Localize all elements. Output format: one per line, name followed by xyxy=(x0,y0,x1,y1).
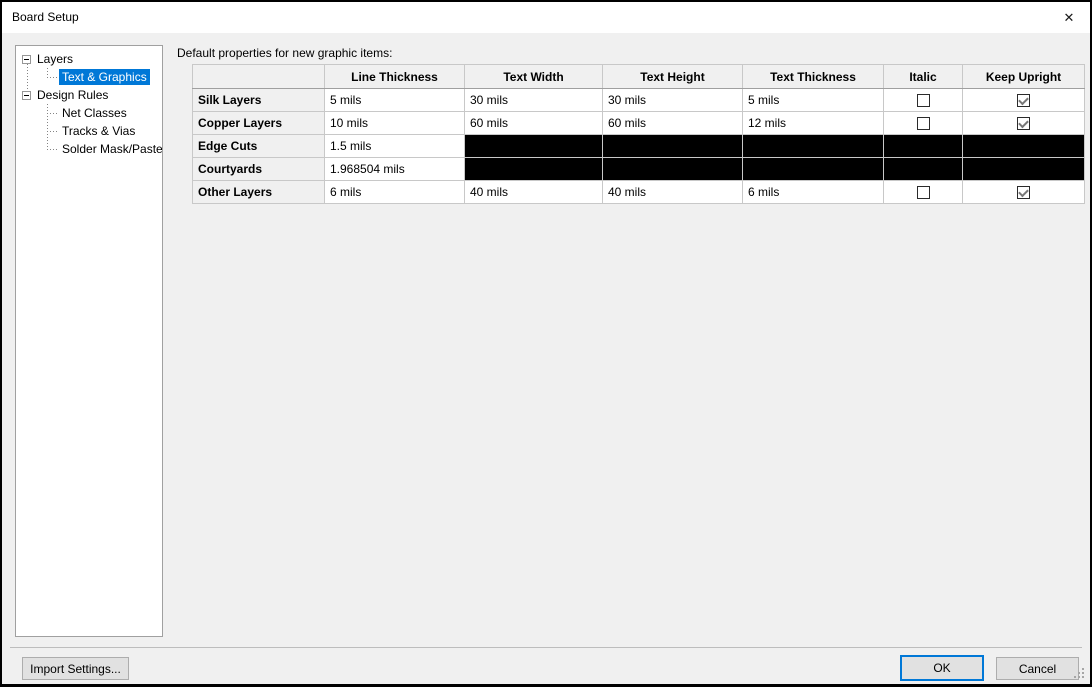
tree-collapse-icon[interactable] xyxy=(22,91,31,100)
tree-item-text-graphics[interactable]: Text & Graphics xyxy=(16,68,162,86)
tree-collapse-icon[interactable] xyxy=(22,55,31,64)
column-header-text-width: Text Width xyxy=(465,65,603,89)
keep-upright-cell xyxy=(963,112,1085,135)
line-thickness-cell[interactable]: 1.5 mils xyxy=(325,135,465,158)
tree-connector xyxy=(47,113,59,114)
text-height-cell[interactable]: 60 mils xyxy=(603,112,743,135)
tree-connector-line xyxy=(47,104,48,150)
line-thickness-cell[interactable]: 1.968504 mils xyxy=(325,158,465,181)
import-settings-button[interactable]: Import Settings... xyxy=(22,657,129,680)
line-thickness-cell[interactable]: 5 mils xyxy=(325,89,465,112)
text-height-cell-disabled xyxy=(603,135,743,158)
keep-upright-cell xyxy=(963,89,1085,112)
tree-item-label[interactable]: Net Classes xyxy=(59,105,130,121)
keep-upright-cell-disabled xyxy=(963,135,1085,158)
text-height-cell[interactable]: 40 mils xyxy=(603,181,743,204)
text-width-cell[interactable]: 30 mils xyxy=(465,89,603,112)
tree-connector xyxy=(47,131,59,132)
keep-upright-cell-disabled xyxy=(963,158,1085,181)
text-height-cell-disabled xyxy=(603,158,743,181)
column-header-text-thickness: Text Thickness xyxy=(743,65,884,89)
tree-connector-line xyxy=(47,68,48,78)
line-thickness-cell[interactable]: 6 mils xyxy=(325,181,465,204)
italic-cell xyxy=(884,112,963,135)
graphics-defaults-table: Line ThicknessText WidthText HeightText … xyxy=(192,64,1085,204)
text-thickness-cell[interactable]: 5 mils xyxy=(743,89,884,112)
close-icon[interactable]: ✕ xyxy=(1056,7,1082,29)
table-caption: Default properties for new graphic items… xyxy=(177,46,392,60)
tree-item-net-classes[interactable]: Net Classes xyxy=(16,104,162,122)
text-width-cell[interactable]: 40 mils xyxy=(465,181,603,204)
row-label: Courtyards xyxy=(193,158,325,181)
resize-grip[interactable] xyxy=(1074,668,1086,680)
keep-upright-checkbox[interactable] xyxy=(1017,117,1030,130)
tree-item-design-rules[interactable]: Design Rules xyxy=(16,86,162,104)
row-label: Silk Layers xyxy=(193,89,325,112)
settings-tree: Layers Text & Graphics Design Rules Net Cla… xyxy=(15,45,163,637)
column-header-text-height: Text Height xyxy=(603,65,743,89)
tree-connector xyxy=(47,149,59,150)
footer-divider xyxy=(10,647,1082,648)
tree-connector xyxy=(47,77,59,78)
text-thickness-cell[interactable]: 6 mils xyxy=(743,181,884,204)
tree-item-tracks-vias[interactable]: Tracks & Vias xyxy=(16,122,162,140)
text-thickness-cell-disabled xyxy=(743,158,884,181)
column-header-italic: Italic xyxy=(884,65,963,89)
window-title: Board Setup xyxy=(12,2,79,33)
text-thickness-cell-disabled xyxy=(743,135,884,158)
tree-item-label[interactable]: Text & Graphics xyxy=(59,69,150,85)
tree-item-label[interactable]: Tracks & Vias xyxy=(59,123,138,139)
table-row-copper-layers: Copper Layers10 mils60 mils60 mils12 mil… xyxy=(193,112,1085,135)
tree-item-solder-mask-paste[interactable]: Solder Mask/Paste xyxy=(16,140,162,158)
table-row-other-layers: Other Layers6 mils40 mils40 mils6 mils xyxy=(193,181,1085,204)
row-label: Other Layers xyxy=(193,181,325,204)
tree-item-label[interactable]: Design Rules xyxy=(34,87,111,103)
tree-item-label[interactable]: Solder Mask/Paste xyxy=(59,141,163,157)
tree-item-label[interactable]: Layers xyxy=(34,51,76,67)
text-thickness-cell[interactable]: 12 mils xyxy=(743,112,884,135)
text-width-cell[interactable]: 60 mils xyxy=(465,112,603,135)
tree-connector-line xyxy=(27,64,28,91)
table-row-silk-layers: Silk Layers5 mils30 mils30 mils5 mils xyxy=(193,89,1085,112)
italic-cell xyxy=(884,89,963,112)
column-header-line-thickness: Line Thickness xyxy=(325,65,465,89)
table-row-edge-cuts: Edge Cuts1.5 mils xyxy=(193,135,1085,158)
table-row-courtyards: Courtyards1.968504 mils xyxy=(193,158,1085,181)
keep-upright-checkbox[interactable] xyxy=(1017,186,1030,199)
text-width-cell-disabled xyxy=(465,158,603,181)
italic-cell xyxy=(884,181,963,204)
tree-item-layers[interactable]: Layers xyxy=(16,50,162,68)
row-label: Copper Layers xyxy=(193,112,325,135)
text-width-cell-disabled xyxy=(465,135,603,158)
text-height-cell[interactable]: 30 mils xyxy=(603,89,743,112)
line-thickness-cell[interactable]: 10 mils xyxy=(325,112,465,135)
italic-cell-disabled xyxy=(884,158,963,181)
italic-checkbox[interactable] xyxy=(917,186,930,199)
italic-checkbox[interactable] xyxy=(917,117,930,130)
board-setup-dialog: Board Setup ✕ Layers Text & Graphics Desig… xyxy=(0,0,1092,687)
row-label: Edge Cuts xyxy=(193,135,325,158)
titlebar: Board Setup ✕ xyxy=(2,2,1090,33)
corner-header-cell xyxy=(193,65,325,89)
keep-upright-cell xyxy=(963,181,1085,204)
italic-checkbox[interactable] xyxy=(917,94,930,107)
ok-button[interactable]: OK xyxy=(900,655,984,681)
keep-upright-checkbox[interactable] xyxy=(1017,94,1030,107)
cancel-button[interactable]: Cancel xyxy=(996,657,1079,680)
column-header-keep-upright: Keep Upright xyxy=(963,65,1085,89)
italic-cell-disabled xyxy=(884,135,963,158)
